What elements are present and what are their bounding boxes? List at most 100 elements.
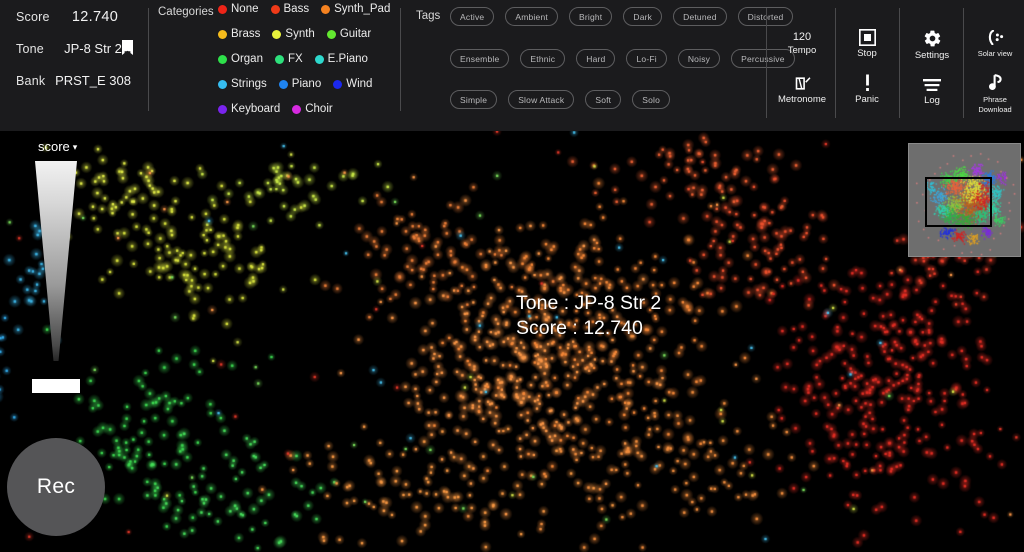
category-color-dot-icon xyxy=(218,104,227,114)
tag-solo[interactable]: Solo xyxy=(632,90,671,109)
tag-hard[interactable]: Hard xyxy=(576,49,616,68)
divider-categories-tags xyxy=(400,8,401,111)
tag-lo-fi[interactable]: Lo-Fi xyxy=(626,49,667,68)
tag-noisy[interactable]: Noisy xyxy=(677,49,721,68)
music-note-icon xyxy=(987,74,1004,92)
category-item-none[interactable]: None xyxy=(218,3,259,15)
tag-soft[interactable]: Soft xyxy=(585,90,622,109)
chevron-down-icon: ▾ xyxy=(72,142,78,153)
category-label: Strings xyxy=(231,78,267,90)
panic-button[interactable]: Panic xyxy=(839,68,895,112)
category-item-synth[interactable]: Synth xyxy=(272,28,315,40)
category-row: Organ FX E.Piano xyxy=(218,53,374,65)
category-row: Brass Synth Guitar xyxy=(218,28,377,40)
category-label: Keyboard xyxy=(231,103,281,115)
record-button-label: Rec xyxy=(36,475,76,498)
categories-label: Categories xyxy=(158,6,214,18)
category-item-wind[interactable]: Wind xyxy=(333,78,372,90)
phrase-download-label-line2: Download xyxy=(978,104,1012,114)
category-row: Keyboard Choir xyxy=(218,103,339,115)
tag-detuned[interactable]: Detuned xyxy=(673,7,727,26)
category-item-bass[interactable]: Bass xyxy=(270,3,309,15)
tag-active[interactable]: Active xyxy=(450,7,495,26)
tag-slow-attack[interactable]: Slow Attack xyxy=(508,90,575,109)
tag-row: Ensemble Ethnic Hard Lo-Fi Noisy Percussive xyxy=(450,49,806,68)
stop-label: Stop xyxy=(857,47,877,59)
category-color-dot-icon xyxy=(218,4,227,14)
tag-bright[interactable]: Bright xyxy=(568,7,613,26)
category-item-synth-pad[interactable]: Synth_Pad xyxy=(321,3,390,15)
category-item-e-piano[interactable]: E.Piano xyxy=(314,53,368,65)
bookmark-icon[interactable] xyxy=(121,40,134,55)
category-label: None xyxy=(231,3,259,15)
panic-label: Panic xyxy=(855,94,879,106)
log-lines-icon xyxy=(923,78,941,93)
category-item-choir[interactable]: Choir xyxy=(292,103,333,115)
category-item-guitar[interactable]: Guitar xyxy=(326,28,372,40)
category-item-fx[interactable]: FX xyxy=(274,53,303,65)
metronome-label: Metronome xyxy=(777,93,827,105)
category-color-dot-icon xyxy=(274,54,284,64)
visualization-canvas[interactable]: score ▾ Rec Tone : JP-8 Str 2 Score : 12.… xyxy=(0,131,1024,552)
category-item-strings[interactable]: Strings xyxy=(218,78,267,90)
category-label: Wind xyxy=(346,78,373,90)
tag-dark[interactable]: Dark xyxy=(623,7,663,26)
particle-field[interactable] xyxy=(0,131,1024,552)
metronome-button[interactable]: Metronome xyxy=(770,68,834,112)
category-color-dot-icon xyxy=(270,4,280,14)
record-button[interactable]: Rec xyxy=(7,438,105,536)
divider-tags-tools xyxy=(766,8,767,118)
category-item-brass[interactable]: Brass xyxy=(218,28,260,40)
stop-icon xyxy=(858,28,876,46)
tag-ambient[interactable]: Ambient xyxy=(505,7,558,26)
category-color-dot-icon xyxy=(218,29,227,39)
log-label: Log xyxy=(924,94,940,106)
log-button[interactable]: Log xyxy=(903,70,961,114)
minimap-viewport-rect[interactable] xyxy=(925,177,992,227)
category-label: Organ xyxy=(231,53,263,65)
divider-tools-3 xyxy=(963,8,964,118)
tag-ethnic[interactable]: Ethnic xyxy=(520,49,566,68)
solar-view-button[interactable]: Solar view xyxy=(967,24,1023,64)
solar-view-label: Solar view xyxy=(977,48,1013,58)
category-color-dot-icon xyxy=(321,4,331,14)
tempo-value: 120 xyxy=(792,31,812,44)
phrase-download-button[interactable]: Phrase Download xyxy=(967,70,1023,118)
category-color-dot-icon xyxy=(278,79,288,89)
category-item-piano[interactable]: Piano xyxy=(278,78,322,90)
category-color-dot-icon xyxy=(292,104,302,114)
axis-selector-dropdown[interactable]: score ▾ xyxy=(38,139,77,154)
tempo-label: Tempo xyxy=(787,45,817,57)
category-label: Synth_Pad xyxy=(334,3,391,15)
category-label: E.Piano xyxy=(327,53,368,65)
tag-simple[interactable]: Simple xyxy=(450,90,498,109)
axis-selector-label: score xyxy=(38,139,70,154)
category-label: Piano xyxy=(291,78,322,90)
category-row: Strings Piano Wind xyxy=(218,78,378,90)
divider-info-categories xyxy=(148,8,149,111)
category-color-dot-icon xyxy=(218,54,227,64)
category-row: None Bass Synth_Pad xyxy=(218,3,396,15)
gear-icon xyxy=(923,29,942,48)
score-axis-slider[interactable]: score ▾ xyxy=(30,139,100,399)
phrase-download-label-line1: Phrase xyxy=(983,95,1007,105)
category-item-keyboard[interactable]: Keyboard xyxy=(218,103,280,115)
category-color-dot-icon xyxy=(333,79,343,89)
exclamation-icon xyxy=(859,74,876,92)
solar-orbit-icon xyxy=(985,29,1005,45)
metronome-icon xyxy=(794,75,811,92)
category-label: Synth xyxy=(285,28,315,40)
tempo-button[interactable]: 120 Tempo xyxy=(770,22,834,66)
category-color-dot-icon xyxy=(218,79,227,89)
settings-button[interactable]: Settings xyxy=(903,22,961,68)
tag-ensemble[interactable]: Ensemble xyxy=(450,49,510,68)
category-label: Guitar xyxy=(339,28,372,40)
category-item-organ[interactable]: Organ xyxy=(218,53,263,65)
score-slider-handle[interactable] xyxy=(32,379,80,393)
bank-value: PRST_E 308 xyxy=(55,73,131,88)
minimap[interactable] xyxy=(908,143,1021,257)
category-color-dot-icon xyxy=(314,54,324,64)
stop-button[interactable]: Stop xyxy=(839,22,895,66)
category-label: Choir xyxy=(305,103,333,115)
category-color-dot-icon xyxy=(272,29,282,39)
